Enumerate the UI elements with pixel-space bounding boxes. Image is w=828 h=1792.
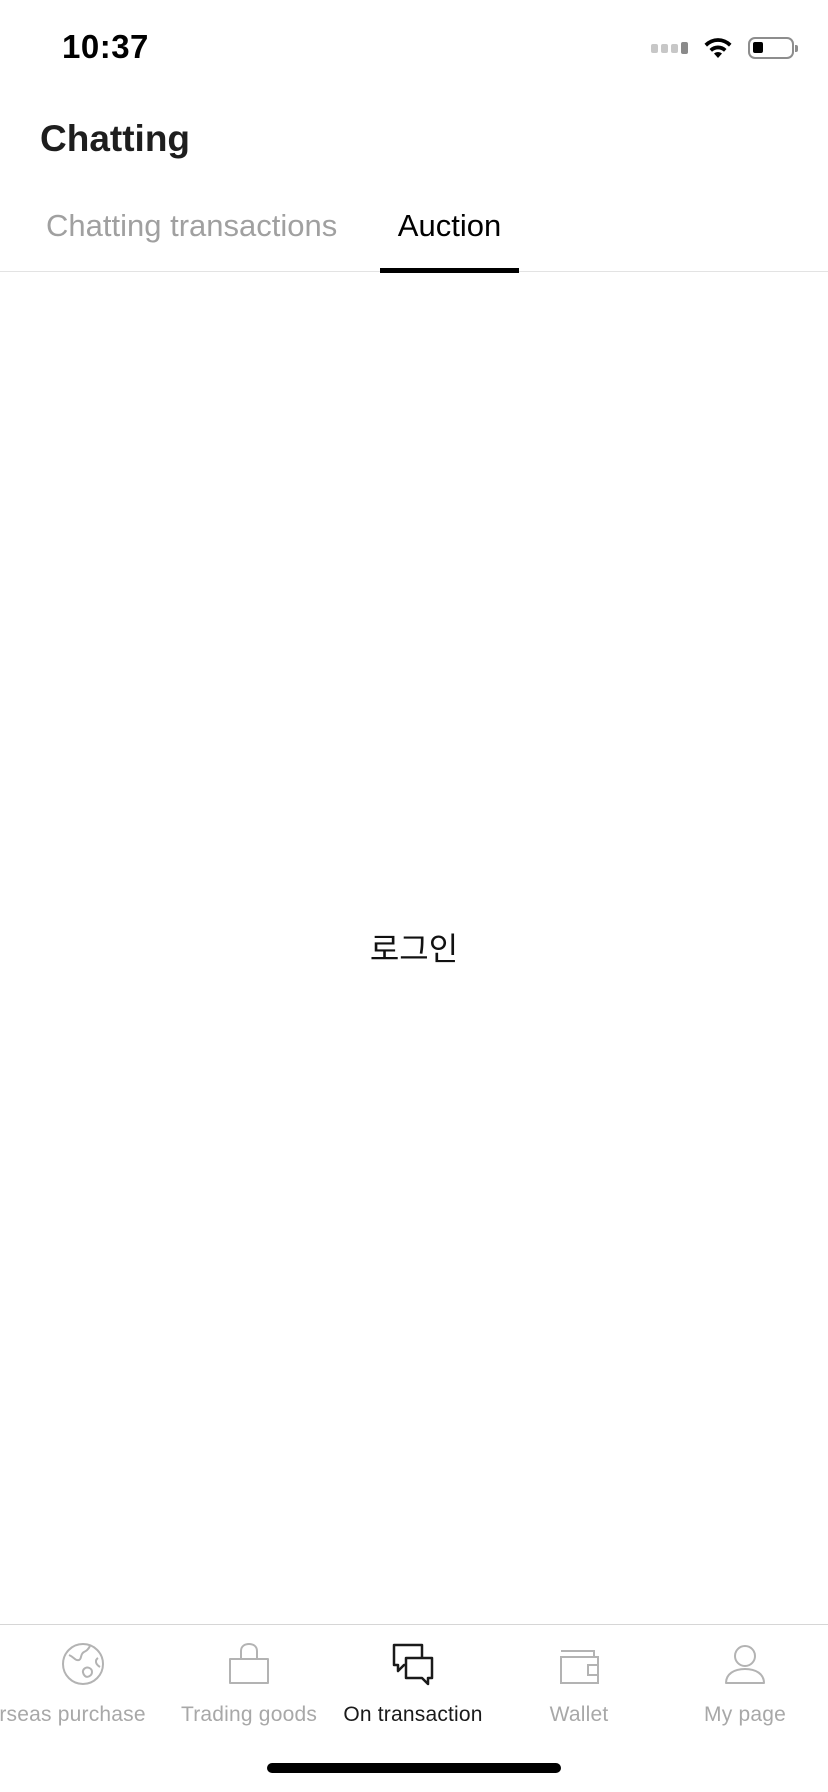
status-time: 10:37 bbox=[62, 28, 149, 65]
battery-icon bbox=[748, 37, 798, 59]
status-icons bbox=[651, 36, 798, 60]
nav-label: On transaction bbox=[343, 1703, 483, 1726]
tab-chatting-transactions[interactable]: Chatting transactions bbox=[46, 208, 337, 244]
page-title: Chatting bbox=[40, 118, 191, 159]
shopping-bag-icon bbox=[229, 1642, 269, 1684]
nav-trading-goods[interactable]: Trading goods bbox=[166, 1641, 332, 1741]
active-tab-indicator bbox=[380, 267, 519, 273]
person-icon bbox=[725, 1645, 765, 1684]
login-button[interactable]: 로그인 bbox=[0, 924, 828, 970]
nav-my-page[interactable]: My page bbox=[662, 1641, 828, 1741]
nav-label: Trading goods bbox=[180, 1703, 318, 1726]
nav-on-transaction[interactable]: On transaction bbox=[330, 1641, 496, 1741]
nav-label: My page bbox=[704, 1703, 786, 1726]
nav-label: Wallet bbox=[549, 1703, 609, 1726]
globe-icon bbox=[62, 1643, 104, 1685]
home-indicator bbox=[267, 1763, 561, 1773]
wallet-icon bbox=[560, 1650, 599, 1684]
wifi-icon bbox=[704, 38, 732, 58]
tab-bar: Chatting transactions Auction bbox=[0, 196, 828, 273]
chat-bubbles-icon bbox=[392, 1643, 434, 1686]
tab-auction[interactable]: Auction bbox=[380, 208, 519, 244]
cellular-signal-icon bbox=[651, 42, 688, 54]
nav-label: Overseas purchase bbox=[0, 1703, 146, 1726]
status-bar: 10:37 bbox=[0, 0, 828, 100]
nav-wallet[interactable]: Wallet bbox=[496, 1641, 662, 1741]
nav-overseas-purchase[interactable]: Overseas purchase bbox=[0, 1641, 166, 1741]
